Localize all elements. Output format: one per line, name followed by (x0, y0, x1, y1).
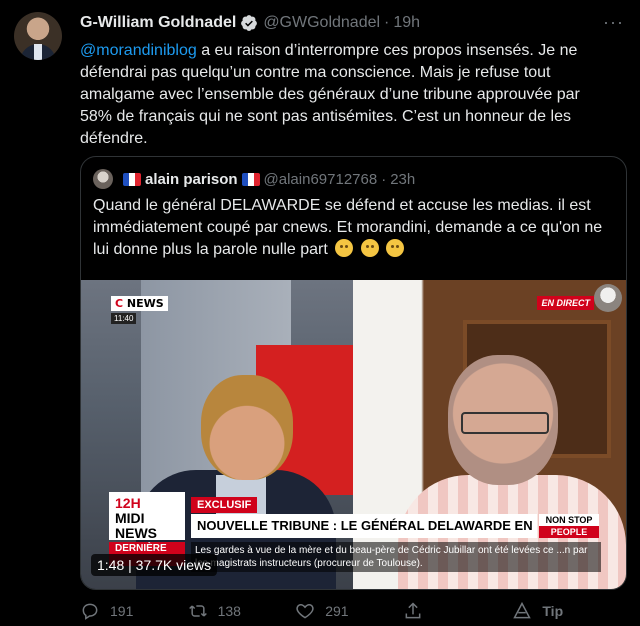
retweet-button[interactable]: 138 (188, 601, 296, 621)
action-bar: 191 138 291 Tip (80, 598, 620, 624)
author-avatar[interactable] (14, 12, 62, 60)
exclusive-badge: EXCLUSIF (191, 497, 258, 513)
verified-badge-icon (241, 15, 258, 31)
author-name[interactable]: G-William Goldnadel (80, 14, 236, 32)
french-flag-icon (123, 172, 141, 186)
quote-text: Quand le général DELAWARDE se défend et … (93, 195, 613, 261)
tip-button[interactable]: Tip (512, 601, 620, 621)
reply-button[interactable]: 191 (80, 601, 188, 621)
duration-views-badge: 1:48 | 37.7K views (91, 554, 218, 576)
nonstop-people-badge: NON STOP PEOPLE (539, 514, 599, 538)
french-flag-icon (241, 172, 260, 186)
quote-author-handle[interactable]: @alain69712768 (264, 171, 378, 188)
like-count: 291 (325, 603, 349, 619)
retweet-count: 138 (217, 603, 241, 619)
quote-header: alain parison @alain69712768 · 23h (93, 169, 415, 189)
monocle-face-emoji-icon (335, 239, 354, 257)
thinking-face-emoji-icon (386, 239, 405, 257)
headline-banner: NOUVELLE TRIBUNE : LE GÉNÉRAL DELAWARDE … (191, 514, 537, 538)
show-logo: 12H MIDI NEWS (109, 492, 185, 541)
video-player[interactable]: C NEWS 11:40 EN DIRECT 12H MIDI NEWS EXC… (81, 280, 626, 589)
retweet-icon (188, 605, 207, 617)
reply-icon (82, 603, 98, 620)
heart-icon (296, 603, 314, 619)
broadcast-clock: 11:40 (111, 313, 137, 324)
tweet-header: G-William Goldnadel @GWGoldnadel · 19h (80, 14, 420, 32)
author-handle[interactable]: @GWGoldnadel (263, 14, 380, 32)
separator-dot: · (381, 170, 387, 188)
mention-link[interactable]: @morandiniblog (80, 42, 197, 59)
quote-author-name[interactable]: alain parison (145, 171, 238, 188)
quote-time: 23h (390, 170, 416, 188)
quote-avatar[interactable] (93, 169, 113, 189)
news-ticker: Les gardes à vue de la mère et du beau-p… (191, 542, 601, 572)
separator-dot: · (384, 14, 390, 31)
tweet-text: @morandiniblog a eu raison d’interrompre… (80, 40, 600, 150)
like-button[interactable]: 291 (295, 601, 403, 621)
share-button[interactable] (403, 601, 511, 621)
more-options-icon[interactable]: ··· (603, 12, 624, 33)
thinking-face-emoji-icon (360, 239, 379, 257)
quoted-tweet[interactable]: alain parison @alain69712768 · 23h Quand… (80, 156, 627, 590)
channel-logo: C NEWS (111, 296, 168, 311)
live-badge: EN DIRECT (537, 296, 594, 310)
tip-label: Tip (542, 603, 564, 619)
pip-avatar (594, 284, 622, 312)
share-icon (405, 602, 421, 619)
tweet-time[interactable]: 19h (393, 14, 420, 32)
tip-icon (513, 601, 532, 619)
reply-count: 191 (110, 603, 134, 619)
